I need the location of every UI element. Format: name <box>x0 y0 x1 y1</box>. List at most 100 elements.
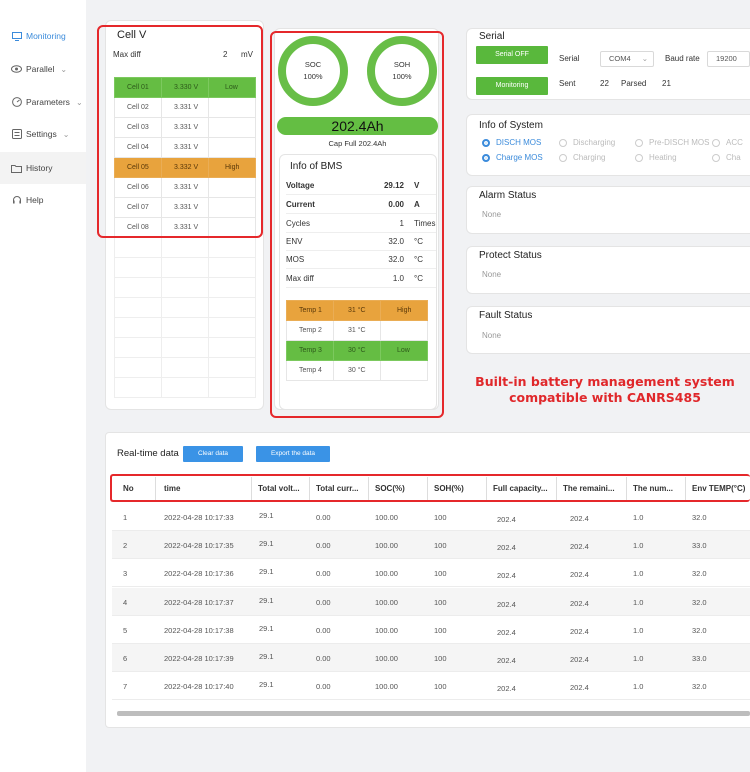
table-cell: 100.00 <box>375 682 398 692</box>
sidebar: Monitoring Parallel ⌄ Parameters ⌄ Setti… <box>0 0 86 772</box>
gauge-icon <box>11 97 22 108</box>
folder-icon <box>11 163 22 174</box>
sidebar-item-settings[interactable]: Settings ⌄ <box>0 118 86 150</box>
sidebar-item-history[interactable]: History <box>0 152 86 184</box>
radio-charge-mos: Charge MOS <box>482 153 543 162</box>
table-cell: 100 <box>434 569 447 579</box>
table-cell: 2022-04-28 10:17:35 <box>164 541 234 551</box>
radio-label: Discharging <box>573 138 616 147</box>
sent-label: Sent <box>559 79 576 88</box>
fault-value: None <box>482 331 502 340</box>
table-cell: 0.00 <box>316 513 331 522</box>
table-cell: 202.4 <box>497 515 516 524</box>
table-cell: 100 <box>434 541 447 551</box>
table-cell: 2022-04-28 10:17:33 <box>164 513 234 522</box>
chevron-down-icon: ⌄ <box>62 129 70 139</box>
table-cell: 100 <box>434 513 447 522</box>
baud-rate-select[interactable]: 19200 <box>707 51 750 67</box>
radio-label: Pre-DISCH MOS <box>649 138 710 147</box>
table-cell: 100 <box>434 625 447 635</box>
sidebar-item-parameters[interactable]: Parameters ⌄ <box>0 86 86 118</box>
eye-icon <box>11 64 22 75</box>
table-cell: 1.0 <box>633 625 644 635</box>
chevron-down-icon: ⌄ <box>60 64 68 74</box>
table-row[interactable]: 7 2022-04-28 10:17:40 29.1 0.00 100.00 100 202… <box>112 672 750 701</box>
table-cell: 29.1 <box>259 511 274 520</box>
serial-port-select[interactable]: COM4 ⌄ <box>600 51 654 67</box>
sidebar-item-help[interactable]: Help <box>0 184 86 216</box>
table-cell: 1.0 <box>633 654 644 663</box>
radio-dot-icon <box>482 138 490 147</box>
radio-dot-icon <box>559 153 567 162</box>
radio-dot-icon <box>559 138 567 147</box>
radio-dot-icon <box>635 138 643 147</box>
table-row[interactable]: 3 2022-04-28 10:17:36 29.1 0.00 100.00 100 202… <box>112 559 750 588</box>
table-cell: 100 <box>434 682 447 692</box>
highlight-frame-bms <box>270 31 444 418</box>
realtime-title: Real-time data <box>117 448 179 459</box>
settings-icon <box>11 129 22 140</box>
sidebar-item-label: Parameters <box>26 97 70 107</box>
sidebar-item-parallel[interactable]: Parallel ⌄ <box>0 53 86 85</box>
sidebar-item-label: Settings <box>26 129 57 139</box>
promo-caption: Built-in battery management system compa… <box>460 374 750 406</box>
table-cell: 1.0 <box>633 541 644 551</box>
table-cell: 0.00 <box>316 682 331 692</box>
radio-acc: ACC <box>712 138 743 147</box>
monitoring-button[interactable]: Monitoring <box>476 77 548 95</box>
table-cell: 29.1 <box>259 680 274 690</box>
table-cell: 32.0 <box>692 625 707 635</box>
table-row[interactable]: 4 2022-04-28 10:17:37 29.1 0.00 100.00 100 202… <box>112 587 750 616</box>
radio-dot-icon <box>635 153 643 162</box>
radio-dot-icon <box>712 138 720 147</box>
export-data-button[interactable]: Export the data <box>256 446 330 462</box>
table-cell: 4 <box>123 597 128 607</box>
table-cell: 202.4 <box>497 656 516 665</box>
radio-heating: Heating <box>635 153 677 162</box>
table-cell: 2022-04-28 10:17:39 <box>164 654 234 663</box>
table-cell: 0.00 <box>316 541 331 551</box>
horizontal-scrollbar[interactable] <box>117 711 750 716</box>
radio-dot-icon <box>482 153 490 162</box>
chevron-down-icon: ⌄ <box>641 54 648 63</box>
table-cell: 202.4 <box>570 626 589 636</box>
table-cell: 202.4 <box>497 599 516 609</box>
table-cell: 100.00 <box>375 541 398 551</box>
table-cell: 202.4 <box>497 684 516 694</box>
table-cell: 1.0 <box>633 569 644 579</box>
serial-port-value: COM4 <box>609 54 631 63</box>
alarm-title: Alarm Status <box>479 190 537 201</box>
table-cell: 7 <box>123 682 128 692</box>
clear-data-button[interactable]: Clear data <box>183 446 243 462</box>
table-row[interactable]: 6 2022-04-28 10:17:39 29.1 0.00 100.00 100 202… <box>112 644 750 672</box>
table-cell: 29.1 <box>259 652 274 661</box>
table-cell: 32.0 <box>692 597 707 607</box>
radio-dot-icon <box>712 153 720 162</box>
table-cell: 100.00 <box>375 513 398 522</box>
table-cell: 202.4 <box>497 543 516 553</box>
radio-pre-disch-mos: Pre-DISCH MOS <box>635 138 709 147</box>
table-cell: 6 <box>123 654 128 663</box>
table-cell: 33.0 <box>692 541 707 551</box>
parsed-value: 21 <box>662 79 671 88</box>
table-cell: 202.4 <box>497 571 516 581</box>
table-cell: 100.00 <box>375 597 398 607</box>
table-cell: 32.0 <box>692 682 707 692</box>
protect-value: None <box>482 270 502 279</box>
promo-line-1: Built-in battery management system <box>475 374 735 389</box>
table-row[interactable]: 2 2022-04-28 10:17:35 29.1 0.00 100.00 100 202… <box>112 531 750 560</box>
radio-disch-mos: DISCH MOS <box>482 138 541 147</box>
serial-off-button[interactable]: Serial OFF <box>476 46 548 64</box>
sent-value: 22 <box>600 79 609 88</box>
parsed-label: Parsed <box>621 79 647 88</box>
table-cell: 100 <box>434 597 447 607</box>
table-row[interactable]: 1 2022-04-28 10:17:33 29.1 0.00 100.00 100 202… <box>112 503 750 531</box>
table-cell: 100 <box>434 654 447 663</box>
cell-empty-rows <box>114 237 256 398</box>
table-cell: 202.4 <box>570 542 589 552</box>
sidebar-item-monitoring[interactable]: Monitoring <box>0 20 86 52</box>
table-row[interactable]: 5 2022-04-28 10:17:38 29.1 0.00 100.00 100 202… <box>112 616 750 644</box>
table-cell: 32.0 <box>692 569 707 579</box>
radio-label: DISCH MOS <box>496 138 542 147</box>
table-cell: 32.0 <box>692 513 707 522</box>
